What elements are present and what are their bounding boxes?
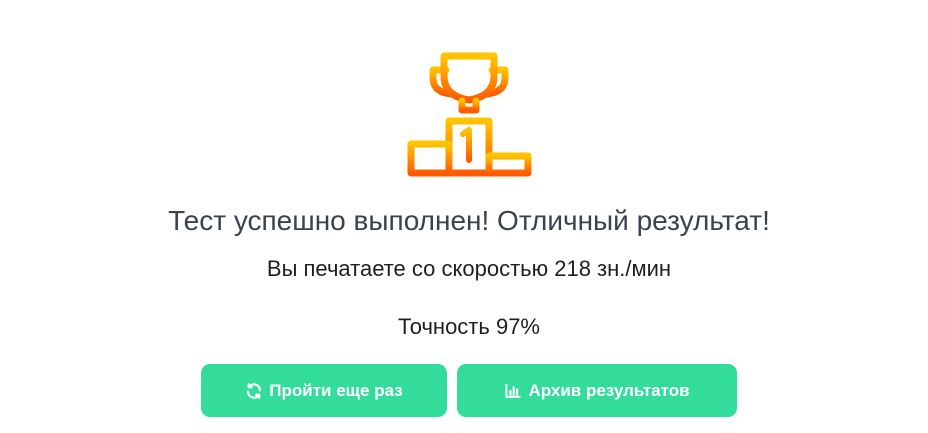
- trophy-podium-icon: [404, 48, 534, 178]
- typing-speed-text: Вы печатаете со скоростью 218 зн./мин: [266, 256, 672, 281]
- result-headline: Тест успешно выполнен! Отличный результа…: [168, 205, 770, 236]
- result-screen: Тест успешно выполнен! Отличный результа…: [0, 0, 928, 433]
- results-archive-button[interactable]: Архив результатов: [457, 364, 737, 417]
- accuracy-text: Точность 97%: [397, 314, 540, 339]
- retry-button-label: Пройти еще раз: [269, 380, 403, 400]
- retry-button[interactable]: Пройти еще раз: [201, 364, 447, 417]
- refresh-icon: [245, 382, 263, 400]
- results-archive-button-label: Архив результатов: [528, 380, 690, 400]
- bar-chart-icon: [504, 382, 522, 400]
